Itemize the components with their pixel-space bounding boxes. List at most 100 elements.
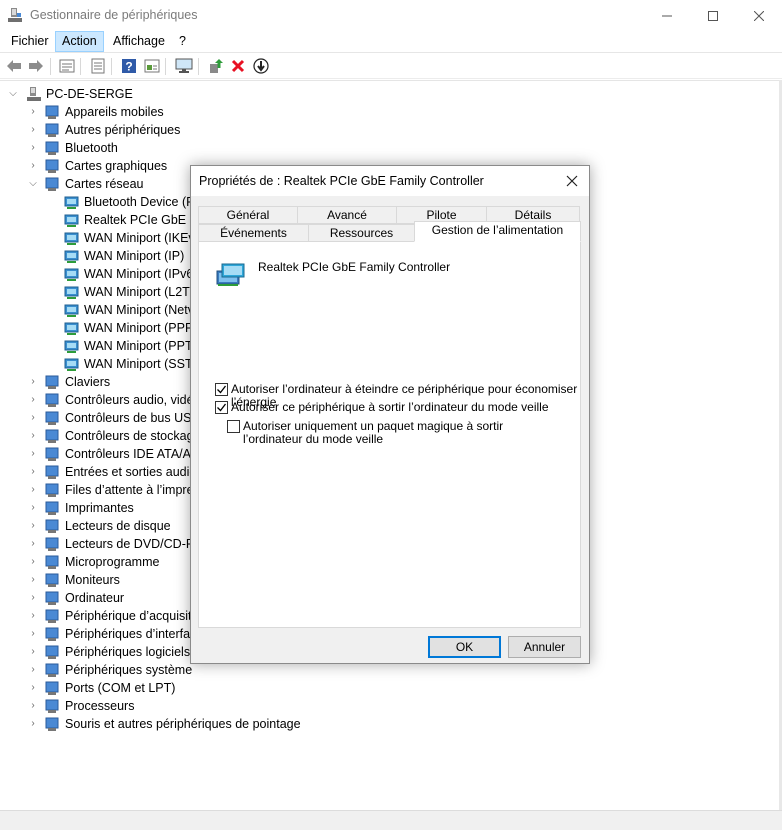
tree-category-label: Bluetooth — [65, 141, 118, 155]
tree-device-label: WAN Miniport (IPv6 — [84, 267, 194, 281]
allow-turn-off-checkbox[interactable] — [215, 383, 228, 396]
chevron-right-icon[interactable]: › — [28, 499, 38, 517]
ok-button[interactable]: OK — [428, 636, 501, 658]
maximize-icon — [708, 10, 718, 21]
show-hidden-button[interactable] — [58, 57, 76, 75]
action-view-button[interactable] — [143, 57, 161, 75]
chevron-right-icon[interactable]: › — [28, 373, 38, 391]
menu-action[interactable]: Action — [55, 31, 104, 52]
chevron-right-icon[interactable]: › — [28, 625, 38, 643]
tree-device-item[interactable]: Realtek PCIe GbE Fa — [64, 211, 204, 229]
tree-category-souris-et-autres-peripheriques-de-pointage[interactable]: › Souris et autres périphériques de point… — [26, 715, 326, 733]
chevron-right-icon[interactable]: › — [28, 121, 38, 139]
disable-device-button[interactable] — [252, 57, 270, 75]
chevron-right-icon[interactable]: › — [28, 607, 38, 625]
chevron-right-icon[interactable]: › — [28, 391, 38, 409]
chevron-right-icon[interactable]: › — [28, 589, 38, 607]
maximize-button[interactable] — [690, 0, 736, 31]
tab-resources[interactable]: Ressources — [308, 224, 415, 242]
tree-category-autres-peripheriques[interactable]: › Autres périphériques — [26, 121, 326, 139]
properties-button[interactable] — [89, 57, 107, 75]
category-icon — [45, 393, 59, 407]
tree-category-appareils-mobiles[interactable]: › Appareils mobiles — [26, 103, 326, 121]
tree-category-label: Appareils mobiles — [65, 105, 164, 119]
chevron-right-icon[interactable]: › — [28, 571, 38, 589]
category-icon — [45, 483, 59, 497]
monitor-scan-icon — [175, 58, 193, 73]
chevron-right-icon[interactable]: › — [28, 643, 38, 661]
close-window-button[interactable] — [736, 0, 782, 31]
category-icon — [45, 573, 59, 587]
toolbar-separator — [198, 58, 199, 75]
properties-icon — [91, 58, 105, 74]
chevron-right-icon[interactable]: › — [28, 553, 38, 571]
chevron-right-icon[interactable]: › — [28, 661, 38, 679]
tree-category-bluetooth[interactable]: › Bluetooth — [26, 139, 326, 157]
menu-fichier[interactable]: Fichier — [5, 31, 55, 52]
status-bar — [0, 810, 782, 830]
menu-help[interactable]: ? — [173, 31, 192, 52]
dialog-close-button[interactable] — [561, 170, 583, 192]
tab-events[interactable]: Événements — [198, 224, 309, 242]
tree-category-ports-com-et-lpt[interactable]: › Ports (COM et LPT) — [26, 679, 326, 697]
chevron-right-icon[interactable]: › — [28, 445, 38, 463]
chevron-right-icon[interactable]: › — [28, 517, 38, 535]
tab-general[interactable]: Général — [198, 206, 298, 224]
chevron-right-icon[interactable]: › — [28, 535, 38, 553]
show-hidden-icon — [59, 59, 75, 73]
help-button[interactable]: ? — [120, 57, 138, 75]
back-button[interactable] — [5, 57, 23, 75]
chevron-right-icon[interactable]: › — [28, 103, 38, 121]
tree-device-item[interactable]: Bluetooth Device (Pe — [64, 193, 201, 211]
minimize-button[interactable] — [644, 0, 690, 31]
category-icon — [45, 537, 59, 551]
chevron-right-icon[interactable]: › — [28, 157, 38, 175]
scan-hardware-button[interactable] — [175, 57, 193, 75]
tree-category-label: Microprogramme — [65, 555, 160, 569]
tree-device-item[interactable]: WAN Miniport (IPv6 — [64, 265, 194, 283]
device-manager-icon — [8, 8, 22, 22]
category-icon — [45, 663, 59, 677]
network-adapter-icon — [216, 263, 245, 286]
tree-category-label: Périphériques logiciels — [65, 645, 191, 659]
network-adapter-icon — [64, 286, 79, 299]
chevron-right-icon[interactable]: › — [28, 679, 38, 697]
tree-device-item[interactable]: WAN Miniport (IKEv — [64, 229, 195, 247]
chevron-right-icon[interactable]: › — [28, 697, 38, 715]
tree-device-item[interactable]: WAN Miniport (Netv — [64, 301, 194, 319]
window-title: Gestionnaire de périphériques — [30, 8, 198, 22]
tree-device-label: WAN Miniport (L2TP — [84, 285, 199, 299]
minimize-icon — [662, 15, 672, 16]
chevron-right-icon[interactable]: › — [28, 463, 38, 481]
chevron-right-icon[interactable]: › — [28, 139, 38, 157]
tree-root[interactable]: ⌵ PC-DE-SERGE — [8, 85, 158, 103]
forward-button[interactable] — [27, 57, 45, 75]
chevron-down-icon[interactable]: ⌵ — [8, 85, 18, 103]
chevron-right-icon[interactable]: › — [28, 715, 38, 733]
toolbar-separator — [80, 58, 81, 75]
close-icon — [754, 10, 764, 21]
tree-device-item[interactable]: WAN Miniport (IP) — [64, 247, 194, 265]
category-icon — [45, 177, 59, 191]
chevron-right-icon[interactable]: › — [28, 409, 38, 427]
chevron-right-icon[interactable]: › — [28, 481, 38, 499]
menu-affichage[interactable]: Affichage — [107, 31, 171, 52]
chevron-right-icon[interactable]: › — [28, 427, 38, 445]
magic-packet-checkbox[interactable] — [227, 420, 240, 433]
tree-category-processeurs[interactable]: › Processeurs — [26, 697, 326, 715]
network-adapter-icon — [64, 214, 79, 227]
tab-power-management[interactable]: Gestion de l’alimentation — [414, 221, 581, 242]
root-label: PC-DE-SERGE — [46, 87, 133, 101]
tree-category-label: Moniteurs — [65, 573, 120, 587]
allow-wake-checkbox[interactable] — [215, 401, 228, 414]
tree-device-item[interactable]: WAN Miniport (PPP — [64, 319, 194, 337]
tree-category-label: Processeurs — [65, 699, 135, 713]
tab-advanced[interactable]: Avancé — [297, 206, 397, 224]
uninstall-button[interactable] — [229, 57, 247, 75]
chevron-down-icon[interactable]: ⌵ — [28, 175, 38, 193]
tree-device-item[interactable]: WAN Miniport (PPTI — [64, 337, 196, 355]
cancel-button[interactable]: Annuler — [508, 636, 581, 658]
update-driver-button[interactable] — [207, 57, 225, 75]
tree-device-item[interactable]: WAN Miniport (L2TP — [64, 283, 198, 301]
tree-device-item[interactable]: WAN Miniport (SSTP — [64, 355, 201, 373]
